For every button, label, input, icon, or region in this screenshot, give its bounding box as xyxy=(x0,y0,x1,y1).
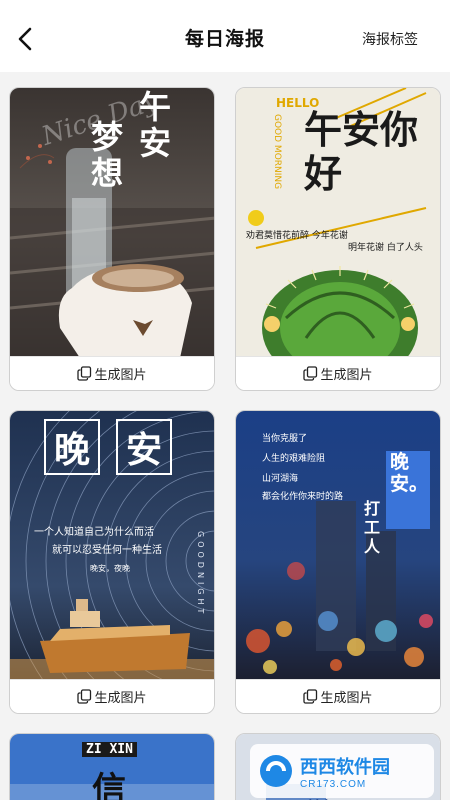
copy-icon xyxy=(77,366,92,381)
generate-image-label: 生成图片 xyxy=(320,691,373,706)
copy-icon xyxy=(303,366,318,381)
poster-side-text: GOODNIGHT xyxy=(196,531,205,618)
poster-card[interactable]: HELLO GOOD MORNING 午安你好 劝君莫惜花前醉 今年花谢 明年花… xyxy=(235,87,441,391)
poster-title-box-2: 安 xyxy=(116,419,172,475)
poster-image: 当你克服了 人生的艰难险阻 山河湖海 都会化作你来时的路 晚安。 打工人 xyxy=(236,411,440,681)
watermark-name: 西西软件园 xyxy=(300,756,390,777)
copy-icon xyxy=(303,689,318,704)
generate-image-button[interactable]: 生成图片 xyxy=(236,356,440,390)
poster-card[interactable]: 晚 安 一个人知道自己为什么而活 就可以忍受任何一种生活 晚安，夜晚 GOODN… xyxy=(9,410,215,714)
poster-line-1: 当你克服了 xyxy=(262,434,308,444)
poster-line-2: 明年花谢 白了人头 xyxy=(348,243,423,253)
poster-image: HELLO GOOD MORNING 午安你好 劝君莫惜花前醉 今年花谢 明年花… xyxy=(236,88,440,358)
poster-line-3: 山河湖海 xyxy=(262,474,299,484)
poster-card[interactable]: 当你克服了 人生的艰难险阻 山河湖海 都会化作你来时的路 晚安。 打工人 生成图… xyxy=(235,410,441,714)
poster-image: 午安 梦想 Nice Day xyxy=(10,88,214,358)
poster-line-2: 人生的艰难险阻 xyxy=(262,454,326,464)
poster-line-4: 都会化作你来时的路 xyxy=(262,492,344,502)
poster-title-box-1: 晚 xyxy=(44,419,100,475)
poster-title-char-2: 安 xyxy=(125,429,162,471)
generate-image-button[interactable]: 生成图片 xyxy=(10,679,214,713)
watermark-text: 西西软件园 CR173.COM xyxy=(300,753,390,790)
generate-image-label: 生成图片 xyxy=(94,691,147,706)
copy-icon xyxy=(77,689,92,704)
poster-top-text: ZI XIN xyxy=(82,742,137,757)
generate-image-label: 生成图片 xyxy=(94,368,147,383)
poster-line-1: 劝君莫惜花前醉 今年花谢 xyxy=(246,231,348,241)
poster-tags-button[interactable]: 海报标签 xyxy=(362,29,418,49)
poster-line-3: 晚安，夜晚 xyxy=(90,564,130,573)
poster-line-2: 就可以忍受任何一种生活 xyxy=(52,545,162,556)
app-header: 每日海报 海报标签 xyxy=(0,0,450,72)
poster-image: 晚 安 一个人知道自己为什么而活 就可以忍受任何一种生活 晚安，夜晚 GOODN… xyxy=(10,411,214,681)
poster-title-char-1: 晚 xyxy=(53,429,90,471)
poster-big-text-2: 打工人 xyxy=(364,499,381,556)
poster-card[interactable]: 午安 梦想 Nice Day 生成图片 xyxy=(9,87,215,391)
poster-big-text: 信 xyxy=(92,770,126,800)
watermark-url: CR173.COM xyxy=(300,778,367,790)
site-watermark: 西西软件园 CR173.COM xyxy=(250,744,434,798)
generate-image-button[interactable]: 生成图片 xyxy=(10,356,214,390)
poster-image: ZI XIN 信 xyxy=(10,734,214,800)
poster-card[interactable]: ZI XIN 信 xyxy=(9,733,215,800)
poster-big-text-1: 晚安。 xyxy=(390,451,429,495)
poster-line-1: 一个人知道自己为什么而活 xyxy=(34,527,154,538)
generate-image-label: 生成图片 xyxy=(320,368,373,383)
site-logo-icon xyxy=(260,755,292,787)
poster-good-morning-text: GOOD MORNING xyxy=(272,114,282,190)
poster-big-text: 午安你好 xyxy=(304,107,419,196)
generate-image-button[interactable]: 生成图片 xyxy=(236,679,440,713)
